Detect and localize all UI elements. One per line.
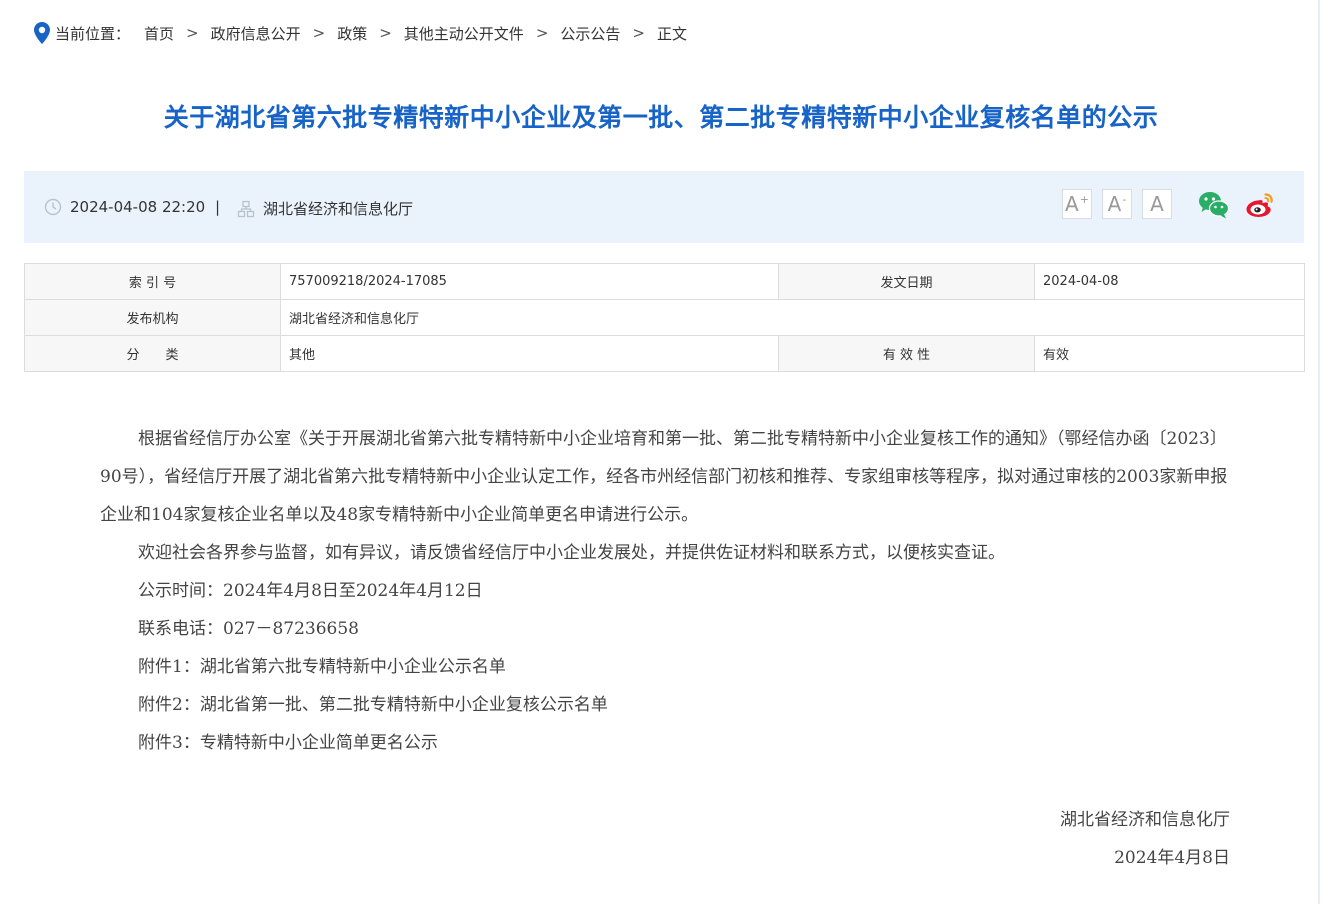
wechat-icon[interactable]	[1198, 190, 1230, 220]
article-info-bar: 2024-04-08 22:20 | 湖北省经济和信息化厅 A + A- A	[24, 171, 1304, 243]
publisher-value: 湖北省经济和信息化厅	[280, 299, 1305, 336]
breadcrumb-separator: >	[535, 24, 549, 42]
breadcrumb-separator: >	[312, 24, 326, 42]
table-row: 索 引 号 757009218/2024-17085 发文日期 2024-04-…	[24, 263, 1305, 300]
attachment-link-1[interactable]: 附件1：湖北省第六批专精特新中小企业公示名单	[100, 648, 1230, 686]
source-name: 湖北省经济和信息化厅	[263, 200, 414, 218]
clock-icon	[44, 198, 62, 216]
font-decrease-button[interactable]: A-	[1102, 189, 1132, 219]
breadcrumb-notices[interactable]: 公示公告	[560, 23, 620, 44]
validity-value: 有效	[1034, 335, 1305, 372]
category-value: 其他	[280, 335, 779, 372]
font-increase-button[interactable]: A +	[1062, 189, 1092, 219]
index-number-label: 索 引 号	[24, 263, 281, 300]
publisher-label: 发布机构	[24, 299, 281, 336]
font-reset-button[interactable]: A	[1142, 189, 1172, 219]
info-separator: |	[215, 198, 221, 216]
publish-datetime: 2024-04-08 22:20	[70, 198, 206, 216]
signature-organization: 湖北省经济和信息化厅	[1060, 810, 1230, 830]
issue-date-label: 发文日期	[778, 263, 1035, 300]
body-paragraph-feedback: 欢迎社会各界参与监督，如有异议，请反馈省经信厅中小企业发展处，并提供佐证材料和联…	[138, 543, 1005, 563]
contact-phone: 联系电话：027－87236658	[138, 619, 359, 639]
category-label: 分 类	[24, 335, 281, 372]
font-decrease-sup: -	[1122, 192, 1127, 206]
attachment-link-2[interactable]: 附件2：湖北省第一批、第二批专精特新中小企业复核公示名单	[100, 686, 1230, 724]
organization-icon	[237, 200, 255, 217]
breadcrumb-separator: >	[379, 24, 392, 42]
font-increase-label: A	[1065, 192, 1079, 216]
table-row: 分 类 其他 有 效 性 有效	[24, 335, 1305, 372]
breadcrumb-separator: >	[632, 24, 645, 42]
breadcrumb-label: 当前位置：	[55, 24, 131, 43]
breadcrumb-current: 正文	[656, 24, 687, 43]
publish-source: 湖北省经济和信息化厅	[237, 198, 413, 219]
breadcrumb-other-docs[interactable]: 其他主动公开文件	[404, 23, 524, 44]
breadcrumb-policy[interactable]: 政策	[337, 23, 367, 44]
font-increase-sup: +	[1079, 192, 1089, 206]
breadcrumb-gov-info[interactable]: 政府信息公开	[211, 23, 301, 44]
article-body: 根据省经信厅办公室《关于开展湖北省第六批专精特新中小企业培育和第一批、第二批专精…	[100, 420, 1230, 877]
font-decrease-label: A	[1107, 192, 1122, 216]
table-row: 发布机构 湖北省经济和信息化厅	[24, 299, 1305, 336]
breadcrumb-home[interactable]: 首页	[144, 23, 174, 44]
body-paragraph-intro: 根据省经信厅办公室《关于开展湖北省第六批专精特新中小企业培育和第一批、第二批专精…	[100, 429, 1228, 525]
location-pin-icon	[34, 22, 50, 44]
font-reset-label: A	[1150, 192, 1164, 216]
validity-label: 有 效 性	[778, 335, 1035, 372]
page-title: 关于湖北省第六批专精特新中小企业及第一批、第二批专精特新中小企业复核名单的公示	[163, 103, 1159, 132]
attachment-link-3[interactable]: 附件3：专精特新中小企业简单更名公示	[100, 724, 1230, 762]
weibo-icon[interactable]	[1244, 190, 1276, 220]
breadcrumb-separator: >	[186, 24, 199, 42]
signature-date: 2024年4月8日	[1114, 848, 1230, 868]
document-meta-table: 索 引 号 757009218/2024-17085 发文日期 2024-04-…	[24, 263, 1305, 372]
issue-date-value: 2024-04-08	[1034, 263, 1305, 300]
publish-time: 2024-04-08 22:20	[44, 198, 205, 216]
breadcrumb: 当前位置： 首页 > 政府信息公开 > 政策 > 其他主动公开文件 > 公示公告…	[34, 22, 687, 44]
notice-period: 公示时间：2024年4月8日至2024年4月12日	[138, 581, 483, 601]
index-number-value: 757009218/2024-17085	[280, 263, 779, 300]
